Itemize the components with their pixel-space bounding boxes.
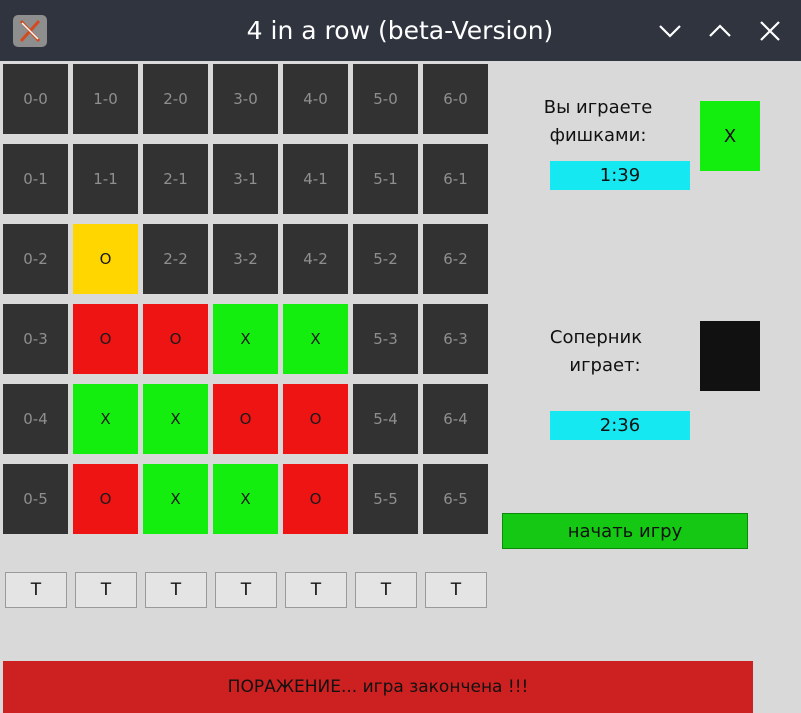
board-cell[interactable]: 1-0 — [73, 64, 138, 134]
opponent-timer: 2:36 — [550, 411, 690, 440]
opponent-piece-indicator — [700, 321, 760, 391]
board-cell[interactable]: O — [213, 384, 278, 454]
board-cell[interactable]: 3-2 — [213, 224, 278, 294]
board-cell[interactable]: 0-5 — [3, 464, 68, 534]
board-cell[interactable]: 5-2 — [353, 224, 418, 294]
drop-column-button[interactable]: T — [145, 572, 207, 608]
status-banner: ПОРАЖЕНИЕ... игра закончена !!! — [3, 661, 753, 713]
player-label-line2: фишками: — [549, 125, 647, 146]
drop-column-button[interactable]: T — [355, 572, 417, 608]
board-cell[interactable]: 6-3 — [423, 304, 488, 374]
board-cell[interactable]: 5-5 — [353, 464, 418, 534]
board-cell[interactable]: X — [213, 464, 278, 534]
board-cell[interactable]: 0-3 — [3, 304, 68, 374]
drop-column-button[interactable]: T — [5, 572, 67, 608]
board-cell[interactable]: 5-1 — [353, 144, 418, 214]
board-cell[interactable]: 2-2 — [143, 224, 208, 294]
board-cell[interactable]: O — [283, 384, 348, 454]
board-cell[interactable]: O — [143, 304, 208, 374]
board-cell[interactable]: X — [213, 304, 278, 374]
player-label-line1: Вы играете — [543, 97, 653, 118]
board-cell[interactable]: X — [283, 304, 348, 374]
opponent-label-line2: играет: — [569, 355, 641, 376]
board-cell[interactable]: 1-1 — [73, 144, 138, 214]
board-cell[interactable]: 0-4 — [3, 384, 68, 454]
board-cell[interactable]: X — [143, 384, 208, 454]
board-cell[interactable]: X — [73, 384, 138, 454]
window-title: 4 in a row (beta-Version) — [246, 16, 554, 45]
board-cell[interactable]: 4-0 — [283, 64, 348, 134]
drop-column-button[interactable]: T — [215, 572, 277, 608]
board-cell[interactable]: 2-0 — [143, 64, 208, 134]
board-cell[interactable]: O — [283, 464, 348, 534]
board-cell[interactable]: X — [143, 464, 208, 534]
board-cell[interactable]: 5-4 — [353, 384, 418, 454]
board-cell[interactable]: 0-1 — [3, 144, 68, 214]
board-cell[interactable]: 6-4 — [423, 384, 488, 454]
drop-column-button[interactable]: T — [75, 572, 137, 608]
board-cell[interactable]: 5-3 — [353, 304, 418, 374]
board-cell[interactable]: 4-1 — [283, 144, 348, 214]
board-cell[interactable]: 3-1 — [213, 144, 278, 214]
x-logo-icon — [13, 15, 47, 47]
start-game-button[interactable]: начать игру — [502, 513, 748, 549]
drop-column-button[interactable]: T — [425, 572, 487, 608]
board-cell[interactable]: 5-0 — [353, 64, 418, 134]
title-bar: 4 in a row (beta-Version) — [0, 0, 801, 61]
board-cell[interactable]: O — [73, 464, 138, 534]
board-cell[interactable]: 3-0 — [213, 64, 278, 134]
board-cell[interactable]: 4-2 — [283, 224, 348, 294]
board-cell[interactable]: O — [73, 224, 138, 294]
opponent-label-line1: Соперник — [549, 327, 643, 348]
board-cell[interactable]: 2-1 — [143, 144, 208, 214]
board-cell[interactable]: 0-2 — [3, 224, 68, 294]
board-cell[interactable]: 0-0 — [3, 64, 68, 134]
minimize-icon[interactable] — [657, 18, 683, 44]
maximize-icon[interactable] — [707, 18, 733, 44]
player-timer: 1:39 — [550, 161, 690, 190]
player-piece-indicator: X — [700, 101, 760, 171]
board-cell[interactable]: O — [73, 304, 138, 374]
board-cell[interactable]: 6-2 — [423, 224, 488, 294]
board-cell[interactable]: 6-5 — [423, 464, 488, 534]
close-icon[interactable] — [757, 18, 783, 44]
board-cell[interactable]: 6-0 — [423, 64, 488, 134]
drop-column-button[interactable]: T — [285, 572, 347, 608]
board-cell[interactable]: 6-1 — [423, 144, 488, 214]
